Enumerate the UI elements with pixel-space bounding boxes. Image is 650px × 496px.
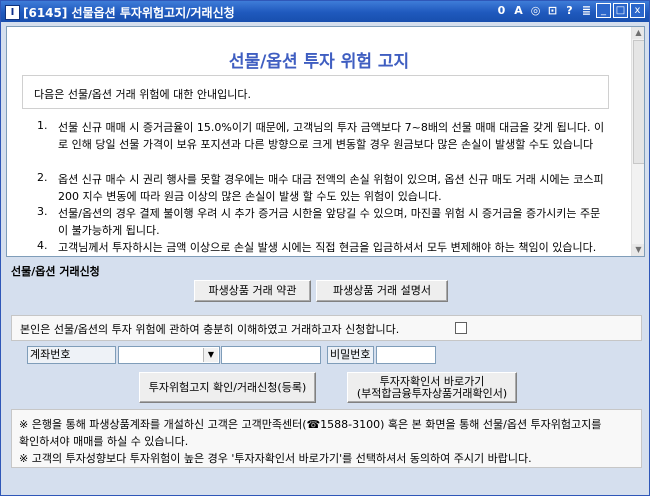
screen-icon[interactable]: ⊡ xyxy=(545,3,560,19)
footer-note-1: ※ 은행을 통해 파생상품계좌를 개설하신 고객은 고객만족센터(☎1588-3… xyxy=(19,418,602,431)
notice-intro: 다음은 선물/옵션 거래 위험에 대한 안내입니다. xyxy=(34,88,251,101)
risk-number: 4. xyxy=(37,239,48,252)
description-button[interactable]: 파생상품 거래 설명서 xyxy=(316,280,448,302)
scroll-up-button[interactable]: ▲ xyxy=(632,27,644,39)
footer-note-2: 확인하셔야 매매를 하실 수 있습니다. xyxy=(19,435,189,448)
account-select[interactable]: ▼ xyxy=(118,346,220,364)
risk-notice-panel[interactable]: 선물/옵션 투자 위험 고지 다음은 선물/옵션 거래 위험에 대한 안내입니다… xyxy=(6,26,645,257)
password-field[interactable] xyxy=(376,346,436,364)
risk-text: 선물 신규 매매 시 증거금율이 15.0%이기 때문에, 고객님의 투자 금액… xyxy=(58,121,605,151)
scroll-down-button[interactable]: ▼ xyxy=(632,244,644,256)
trading-window: I [6145] 선물옵션 투자위험고지/거래신청 0 A ◎ ⊡ ? ≣ _ … xyxy=(0,0,650,496)
font-icon[interactable]: A xyxy=(511,3,526,19)
agreement-checkbox[interactable] xyxy=(455,322,467,334)
risk-number: 1. xyxy=(37,119,48,132)
chevron-down-icon[interactable]: ▼ xyxy=(203,348,218,362)
investor-confirmation-button[interactable]: 투자자확인서 바로가기 (부적합금융투자상품거래확인서) xyxy=(347,372,517,403)
investor-button-line2: (부적합금융투자상품거래확인서) xyxy=(356,387,508,400)
vertical-scrollbar[interactable]: ▲ ▼ xyxy=(631,27,644,256)
password-label: 비밀번호 xyxy=(327,346,374,364)
link-icon[interactable]: ◎ xyxy=(528,3,543,19)
title-bar[interactable]: I [6145] 선물옵션 투자위험고지/거래신청 0 A ◎ ⊡ ? ≣ _ … xyxy=(1,1,649,22)
account-name-field[interactable] xyxy=(221,346,321,364)
minimize-button[interactable]: _ xyxy=(596,3,611,18)
scroll-thumb[interactable] xyxy=(633,40,644,164)
footer-notes: ※ 은행을 통해 파생상품계좌를 개설하신 고객은 고객만족센터(☎1588-3… xyxy=(11,409,642,468)
app-icon: I xyxy=(5,5,20,20)
list-icon[interactable]: ≣ xyxy=(579,3,594,19)
zero-icon[interactable]: 0 xyxy=(494,3,509,19)
window-title: [6145] 선물옵션 투자위험고지/거래신청 xyxy=(23,6,235,20)
risk-text: 옵션 신규 매수 시 권리 행사를 못할 경우에는 매수 대금 전액의 손실 위… xyxy=(58,173,604,203)
application-section-title: 선물/옵션 거래신청 xyxy=(11,265,100,278)
help-icon[interactable]: ? xyxy=(562,3,577,19)
maximize-button[interactable]: □ xyxy=(613,3,628,18)
account-label: 계좌번호 xyxy=(27,346,116,364)
close-button[interactable]: x xyxy=(630,3,645,18)
terms-button[interactable]: 파생상품 거래 약관 xyxy=(194,280,311,302)
risk-text: 선물/옵션의 경우 결제 불이행 우려 시 추가 증거금 시한을 앞당길 수 있… xyxy=(58,207,601,237)
title-toolbar: 0 A ◎ ⊡ ? ≣ _ □ x xyxy=(494,3,645,19)
risk-confirm-button[interactable]: 투자위험고지 확인/거래신청(등록) xyxy=(139,372,316,403)
agreement-text: 본인은 선물/옵션의 투자 위험에 관하여 충분히 이해하였고 거래하고자 신청… xyxy=(20,323,400,336)
notice-scroll-area[interactable]: 선물/옵션 투자 위험 고지 다음은 선물/옵션 거래 위험에 대한 안내입니다… xyxy=(7,27,631,256)
notice-intro-box: 다음은 선물/옵션 거래 위험에 대한 안내입니다. xyxy=(22,75,609,109)
footer-note-3: ※ 고객의 투자성향보다 투자위험이 높은 경우 '투자자확인서 바로가기'를 … xyxy=(19,452,532,465)
notice-title: 선물/옵션 투자 위험 고지 xyxy=(228,52,410,72)
risk-number: 3. xyxy=(37,205,48,218)
risk-text: 고객님께서 투자하시는 금액 이상으로 손실 발생 시에는 직접 현금을 입금하… xyxy=(58,241,597,254)
risk-number: 2. xyxy=(37,171,48,184)
agreement-box: 본인은 선물/옵션의 투자 위험에 관하여 충분히 이해하였고 거래하고자 신청… xyxy=(11,315,642,341)
